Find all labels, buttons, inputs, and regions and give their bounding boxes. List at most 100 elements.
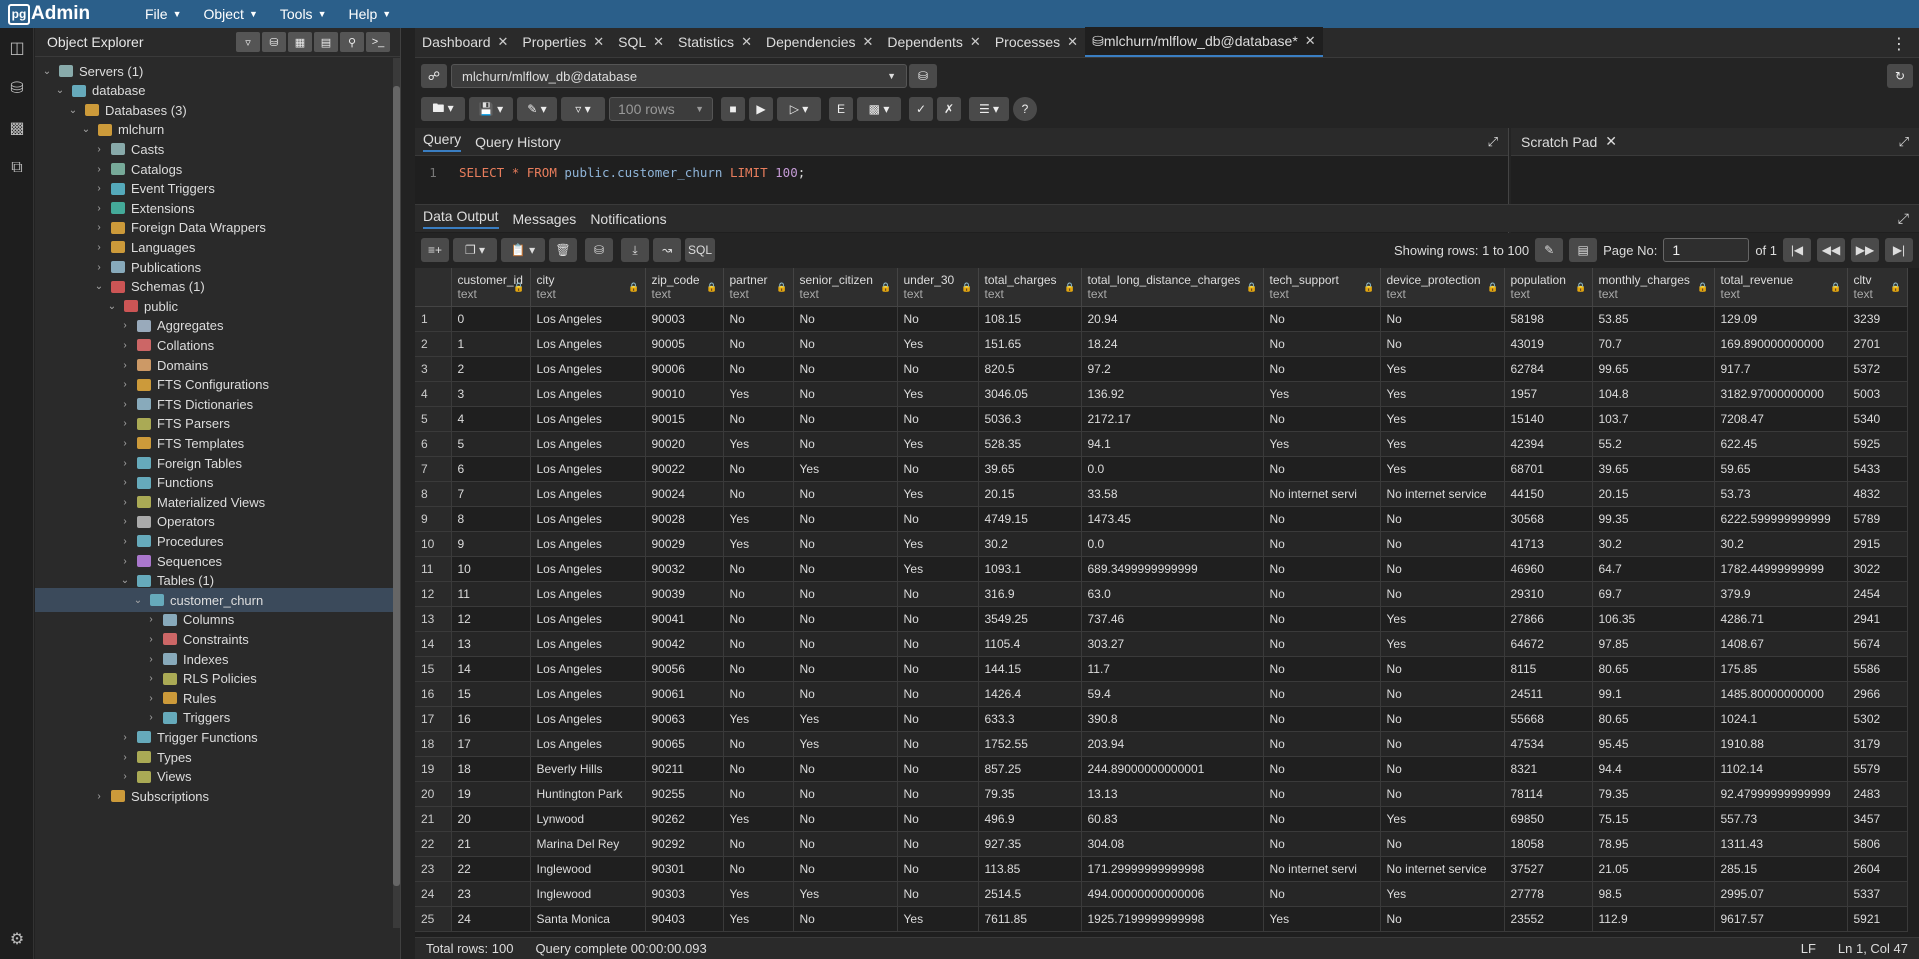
table-cell[interactable]: Los Angeles bbox=[530, 531, 646, 557]
table-cell[interactable]: No bbox=[897, 881, 979, 907]
last-page-icon[interactable]: ▶| bbox=[1885, 238, 1913, 262]
table-cell[interactable]: No bbox=[1263, 531, 1381, 557]
table-cell[interactable]: 5302 bbox=[1847, 706, 1908, 732]
table-cell[interactable]: 1024.1 bbox=[1714, 706, 1848, 732]
table-cell[interactable]: 27778 bbox=[1504, 881, 1593, 907]
table-cell[interactable]: 557.73 bbox=[1714, 806, 1848, 832]
table-cell[interactable]: 13 bbox=[451, 631, 531, 657]
table-cell[interactable]: 24511 bbox=[1504, 681, 1593, 707]
table-cell[interactable]: No bbox=[1263, 881, 1381, 907]
chevron-right-icon[interactable]: › bbox=[119, 438, 131, 449]
table-cell[interactable]: No bbox=[897, 581, 979, 607]
page-size-icon[interactable]: ▤ bbox=[1569, 238, 1598, 262]
table-cell[interactable]: 62784 bbox=[1504, 356, 1593, 382]
table-cell[interactable]: 27866 bbox=[1504, 606, 1593, 632]
table-row[interactable]: 17 16 Los Angeles 90063 Yes Yes No 633.3 390.8 No… bbox=[415, 706, 1908, 732]
table-cell[interactable]: 390.8 bbox=[1081, 706, 1264, 732]
table-row[interactable]: 18 17 Los Angeles 90065 No Yes No 1752.55 203.94… bbox=[415, 731, 1908, 757]
table-cell[interactable]: 2915 bbox=[1847, 531, 1908, 557]
table-cell[interactable]: 316.9 bbox=[978, 581, 1082, 607]
first-page-icon[interactable]: |◀ bbox=[1783, 238, 1811, 262]
table-cell[interactable]: 53.85 bbox=[1592, 306, 1715, 332]
row-number-header[interactable] bbox=[415, 268, 452, 307]
table-cell[interactable]: No bbox=[897, 781, 979, 807]
table-cell[interactable]: 7611.85 bbox=[978, 906, 1082, 932]
next-page-icon[interactable]: ▶▶ bbox=[1851, 238, 1879, 262]
table-row[interactable]: 20 19 Huntington Park 90255 No No No 79.35 13.13… bbox=[415, 781, 1908, 807]
table-cell[interactable]: 46960 bbox=[1504, 556, 1593, 582]
column-header[interactable]: device_protection text 🔒 bbox=[1380, 268, 1505, 307]
table-cell[interactable]: Beverly Hills bbox=[530, 756, 646, 782]
table-cell[interactable]: 108.15 bbox=[978, 306, 1082, 332]
table-cell[interactable]: 47534 bbox=[1504, 731, 1593, 757]
table-cell[interactable]: No bbox=[793, 406, 898, 432]
table-row[interactable]: 24 23 Inglewood 90303 Yes Yes No 2514.5 494.0000… bbox=[415, 881, 1908, 907]
table-cell[interactable]: 99.35 bbox=[1592, 506, 1715, 532]
table-cell[interactable]: 1485.80000000000 bbox=[1714, 681, 1848, 707]
row-number[interactable]: 12 bbox=[415, 581, 452, 607]
table-cell[interactable]: Yes bbox=[1380, 631, 1505, 657]
table-cell[interactable]: No internet service bbox=[1380, 481, 1505, 507]
table-cell[interactable]: 41713 bbox=[1504, 531, 1593, 557]
table-cell[interactable]: No bbox=[793, 656, 898, 682]
table-cell[interactable]: Los Angeles bbox=[530, 681, 646, 707]
page-number-input[interactable]: 1 bbox=[1663, 238, 1750, 262]
table-cell[interactable]: 285.15 bbox=[1714, 856, 1848, 882]
connection-select[interactable]: mlchurn/mlflow_db@database ▼ bbox=[451, 64, 907, 88]
row-number[interactable]: 23 bbox=[415, 856, 452, 882]
table-cell[interactable]: 106.35 bbox=[1592, 606, 1715, 632]
table-cell[interactable]: 2 bbox=[451, 356, 531, 382]
table-cell[interactable]: 144.15 bbox=[978, 656, 1082, 682]
table-cell[interactable]: Yes bbox=[897, 481, 979, 507]
connection-status-icon[interactable]: ☍ bbox=[421, 64, 447, 88]
close-icon[interactable]: ✕ bbox=[593, 34, 604, 50]
table-cell[interactable]: 60.83 bbox=[1081, 806, 1264, 832]
table-cell[interactable]: No bbox=[1263, 606, 1381, 632]
table-cell[interactable]: 90039 bbox=[645, 581, 724, 607]
table-cell[interactable]: 1925.7199999999998 bbox=[1081, 906, 1264, 932]
table-cell[interactable]: 90211 bbox=[645, 756, 724, 782]
chevron-right-icon[interactable]: › bbox=[119, 458, 131, 469]
table-cell[interactable]: Huntington Park bbox=[530, 781, 646, 807]
row-number[interactable]: 1 bbox=[415, 306, 452, 332]
tab-sql[interactable]: SQL ✕ bbox=[611, 27, 671, 57]
table-cell[interactable]: No bbox=[723, 731, 794, 757]
chevron-down-icon[interactable]: ⌄ bbox=[132, 595, 144, 606]
object-explorer-icon[interactable]: ◫ bbox=[0, 28, 34, 68]
table-cell[interactable]: 5433 bbox=[1847, 456, 1908, 482]
chevron-right-icon[interactable]: › bbox=[145, 634, 157, 645]
table-cell[interactable]: No bbox=[723, 356, 794, 382]
table-cell[interactable]: No bbox=[1380, 531, 1505, 557]
table-cell[interactable]: No bbox=[793, 556, 898, 582]
table-row[interactable]: 11 10 Los Angeles 90032 No No Yes 1093.1 689.349… bbox=[415, 556, 1908, 582]
column-header[interactable]: total_revenue text 🔒 bbox=[1714, 268, 1848, 307]
explain-icon[interactable]: E bbox=[829, 97, 853, 121]
table-cell[interactable]: No bbox=[1380, 731, 1505, 757]
table-cell[interactable]: 1093.1 bbox=[978, 556, 1082, 582]
table-cell[interactable]: No bbox=[793, 631, 898, 657]
row-number[interactable]: 14 bbox=[415, 631, 452, 657]
table-cell[interactable]: 1 bbox=[451, 331, 531, 357]
table-cell[interactable]: No bbox=[1263, 681, 1381, 707]
close-icon[interactable]: ✕ bbox=[970, 34, 981, 50]
column-header[interactable]: total_charges text 🔒 bbox=[978, 268, 1082, 307]
table-cell[interactable]: 33.58 bbox=[1081, 481, 1264, 507]
table-cell[interactable]: No bbox=[1380, 556, 1505, 582]
table-cell[interactable]: 99.1 bbox=[1592, 681, 1715, 707]
table-cell[interactable]: No bbox=[793, 781, 898, 807]
table-cell[interactable]: No bbox=[897, 356, 979, 382]
table-cell[interactable]: No bbox=[897, 806, 979, 832]
table-cell[interactable]: No bbox=[1380, 781, 1505, 807]
sql-button[interactable]: SQL bbox=[685, 238, 715, 262]
table-cell[interactable]: 820.5 bbox=[978, 356, 1082, 382]
rollback-icon[interactable]: ✗ bbox=[937, 97, 961, 121]
table-cell[interactable]: 8 bbox=[451, 506, 531, 532]
tab-properties[interactable]: Properties ✕ bbox=[515, 27, 611, 57]
table-cell[interactable]: No bbox=[1380, 756, 1505, 782]
table-cell[interactable]: 92.47999999999999 bbox=[1714, 781, 1848, 807]
table-cell[interactable]: 90032 bbox=[645, 556, 724, 582]
table-cell[interactable]: Yes bbox=[793, 731, 898, 757]
save-data-icon[interactable]: ⛁ bbox=[585, 238, 613, 262]
table-cell[interactable]: 11.7 bbox=[1081, 656, 1264, 682]
row-number[interactable]: 17 bbox=[415, 706, 452, 732]
